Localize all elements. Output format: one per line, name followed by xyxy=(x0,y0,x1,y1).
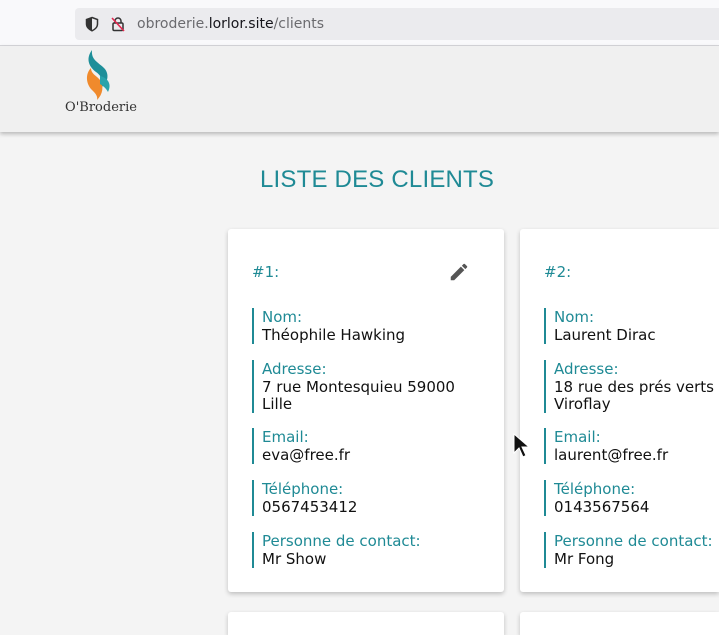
field-value: 0143567564 xyxy=(554,498,650,516)
client-card xyxy=(228,612,504,635)
field-contact: Personne de contact: Mr Fong xyxy=(544,532,719,568)
field-label: Adresse: xyxy=(262,360,327,378)
field-value: 0567453412 xyxy=(262,498,358,516)
field-contact: Personne de contact: Mr Show xyxy=(252,532,476,568)
field-label: Nom: xyxy=(554,308,595,326)
flame-logo-icon xyxy=(86,50,110,100)
field-label: Personne de contact: xyxy=(554,532,713,550)
browser-toolbar: obroderie.lorlor.site/clients xyxy=(0,0,719,46)
url-host: lorlor.site xyxy=(208,16,274,32)
url-prefix: obroderie. xyxy=(137,16,209,32)
field-email: Email: laurent@free.fr xyxy=(544,428,719,464)
url-path: /clients xyxy=(273,16,325,32)
field-label: Téléphone: xyxy=(262,480,344,498)
field-telephone: Téléphone: 0567453412 xyxy=(252,480,476,516)
field-value: Mr Fong xyxy=(554,550,615,568)
field-nom: Nom: Laurent Dirac xyxy=(544,308,719,344)
edit-pencil-icon[interactable] xyxy=(448,261,470,283)
field-value: Mr Show xyxy=(262,550,327,568)
url-text[interactable]: obroderie.lorlor.site/clients xyxy=(137,16,324,32)
field-label: Téléphone: xyxy=(554,480,636,498)
field-label: Email: xyxy=(262,428,309,446)
field-label: Nom: xyxy=(262,308,303,326)
shield-icon[interactable] xyxy=(84,16,100,32)
field-email: Email: eva@free.fr xyxy=(252,428,476,464)
field-label: Email: xyxy=(554,428,601,446)
field-telephone: Téléphone: 0143567564 xyxy=(544,480,719,516)
page-title: LISTE DES CLIENTS xyxy=(260,166,495,193)
field-label: Adresse: xyxy=(554,360,619,378)
field-value: Laurent Dirac xyxy=(554,326,656,344)
field-value: 18 rue des prés verts 78220 Viroflay xyxy=(554,378,719,413)
field-value: eva@free.fr xyxy=(262,446,351,464)
client-card: #2: Nom: Laurent Dirac Adresse: 18 rue d… xyxy=(520,229,719,592)
brand-logo[interactable]: O'Broderie xyxy=(58,48,144,126)
field-value: Théophile Hawking xyxy=(262,326,406,344)
field-adresse: Adresse: 7 rue Montesquieu 59000 Lille xyxy=(252,360,476,413)
client-card: #1: Nom: Théophile Hawking Adresse: 7 ru… xyxy=(228,229,504,592)
client-card xyxy=(520,612,719,635)
brand-name: O'Broderie xyxy=(65,100,137,115)
field-value: 7 rue Montesquieu 59000 Lille xyxy=(262,378,455,413)
field-nom: Nom: Théophile Hawking xyxy=(252,308,476,344)
url-field[interactable]: obroderie.lorlor.site/clients xyxy=(75,8,719,40)
mouse-cursor-icon xyxy=(513,433,531,458)
insecure-lock-icon[interactable] xyxy=(110,16,126,32)
field-label: Personne de contact: xyxy=(262,532,421,550)
client-id: #1: xyxy=(252,263,280,281)
field-adresse: Adresse: 18 rue des prés verts 78220 Vir… xyxy=(544,360,719,413)
app-header: O'Broderie xyxy=(0,46,719,132)
field-value: laurent@free.fr xyxy=(554,446,669,464)
